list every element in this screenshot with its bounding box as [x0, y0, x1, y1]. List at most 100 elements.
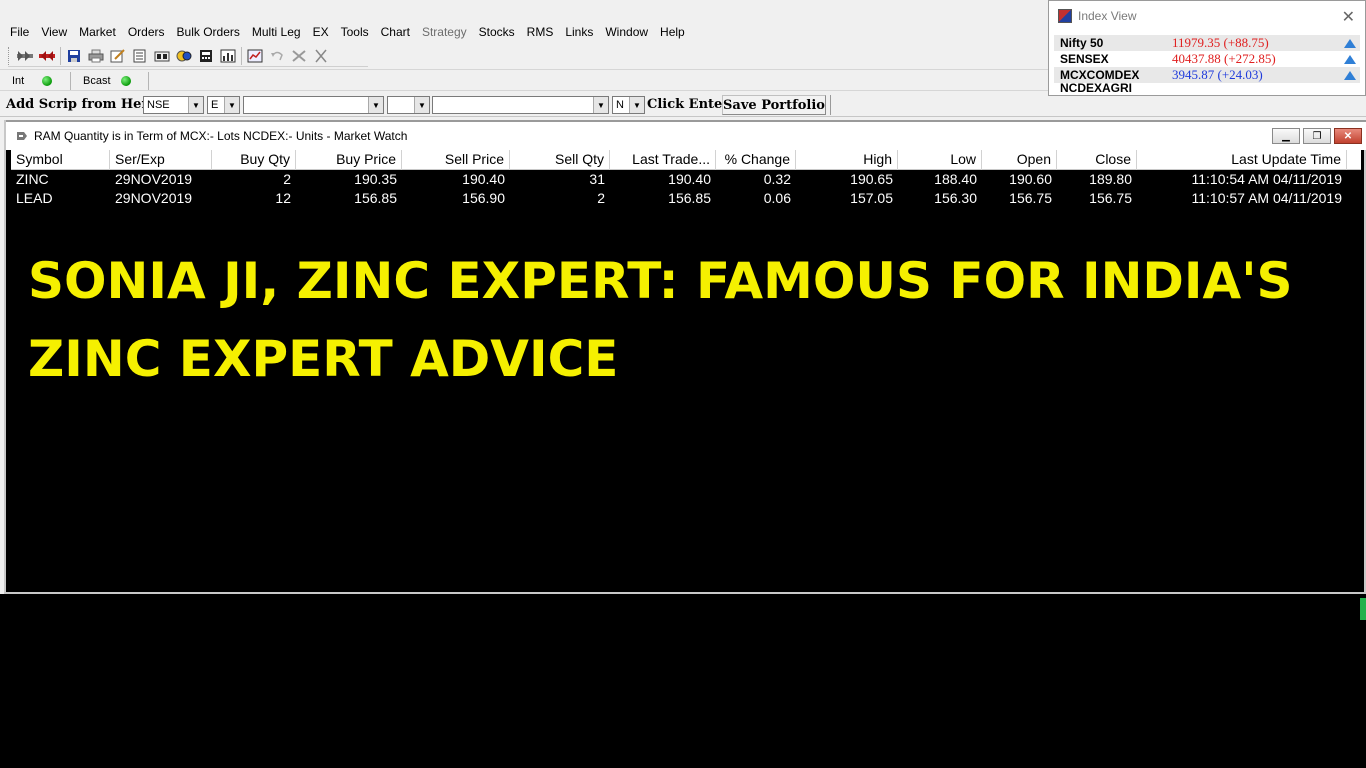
- menu-chart[interactable]: Chart: [375, 22, 416, 42]
- chevron-down-icon[interactable]: ▼: [368, 97, 383, 113]
- column-header-ser-exp[interactable]: Ser/Exp: [110, 150, 212, 170]
- close-icon[interactable]: ✕: [1342, 7, 1355, 27]
- cell-buy-qty: 2: [283, 171, 291, 187]
- index-row-ncdexagri[interactable]: NCDEXAGRI: [1054, 83, 1361, 93]
- menu-stocks[interactable]: Stocks: [473, 22, 521, 42]
- column-header-last-update-time[interactable]: Last Update Time: [1137, 150, 1347, 170]
- column-header-sell-qty[interactable]: Sell Qty: [510, 150, 610, 170]
- cell-pct-change: 0.06: [763, 190, 791, 206]
- cell-low: 188.40: [934, 171, 977, 187]
- column-header-pct-change[interactable]: % Change: [716, 150, 796, 170]
- cell-symbol: ZINC: [16, 171, 49, 187]
- cell-high: 157.05: [850, 190, 893, 206]
- grip-icon[interactable]: [8, 46, 12, 65]
- menu-links[interactable]: Links: [559, 22, 599, 42]
- cell-buy-price: 156.85: [354, 190, 397, 206]
- column-header-high[interactable]: High: [796, 150, 898, 170]
- save-icon[interactable]: [63, 46, 85, 66]
- status-divider: [148, 72, 149, 90]
- undo-icon[interactable]: [266, 46, 288, 66]
- exchange-select[interactable]: NSE ▼: [143, 96, 204, 114]
- grid-body: ZINC 29NOV2019 2 190.35 190.40 31 190.40…: [11, 170, 1361, 208]
- menu-rms[interactable]: RMS: [521, 22, 560, 42]
- menu-market[interactable]: Market: [73, 22, 122, 42]
- close-icon[interactable]: [310, 46, 332, 66]
- column-header-sell-price[interactable]: Sell Price: [402, 150, 510, 170]
- table-row[interactable]: LEAD 29NOV2019 12 156.85 156.90 2 156.85…: [11, 189, 1361, 208]
- scroll-indicator: [1360, 598, 1366, 620]
- column-header-symbol[interactable]: Symbol: [11, 150, 110, 170]
- menu-multi-leg[interactable]: Multi Leg: [246, 22, 307, 42]
- bcast-label: Bcast: [83, 75, 111, 87]
- index-view-table: Nifty 50 11979.35 (+88.75) SENSEX 40437.…: [1054, 35, 1361, 93]
- menu-strategy: Strategy: [421, 25, 467, 39]
- edit-icon[interactable]: [107, 46, 129, 66]
- column-header-close[interactable]: Close: [1057, 150, 1137, 170]
- bcast-led-icon: [120, 76, 131, 86]
- menu-tools[interactable]: Tools: [335, 22, 375, 42]
- chevron-down-icon[interactable]: ▼: [188, 97, 203, 113]
- save-portfolio-button[interactable]: Save Portfolio: [722, 95, 826, 115]
- menu-bulk-orders[interactable]: Bulk Orders: [171, 22, 246, 42]
- column-header-buy-price[interactable]: Buy Price: [296, 150, 402, 170]
- index-row-mcxcomdex[interactable]: MCXCOMDEX 3945.87 (+24.03): [1054, 67, 1361, 83]
- index-row-nifty[interactable]: Nifty 50 11979.35 (+88.75): [1054, 35, 1361, 51]
- portfolio-icon[interactable]: [217, 46, 239, 66]
- chevron-down-icon[interactable]: ▼: [224, 97, 239, 113]
- cell-buy-price: 190.35: [354, 171, 397, 187]
- series-select[interactable]: ▼: [387, 96, 430, 114]
- instrument-select[interactable]: ▼: [243, 96, 384, 114]
- option-type-select[interactable]: N ▼: [612, 96, 645, 114]
- cell-ser-exp: 29NOV2019: [115, 171, 193, 187]
- chevron-down-icon[interactable]: ▼: [593, 97, 608, 113]
- tools-icon[interactable]: [288, 46, 310, 66]
- column-header-buy-qty[interactable]: Buy Qty: [212, 150, 296, 170]
- menu-view[interactable]: View: [35, 22, 73, 42]
- cell-close: 156.75: [1089, 190, 1132, 206]
- index-value: 3945.87 (+24.03): [1168, 67, 1340, 83]
- symbol-select[interactable]: ▼: [432, 96, 609, 114]
- menu-bar: File View Market Orders Bulk Orders Mult…: [0, 22, 1050, 42]
- graph-icon[interactable]: [244, 46, 266, 66]
- column-header-last-trade[interactable]: Last Trade...: [610, 150, 716, 170]
- chevron-down-icon[interactable]: ▼: [414, 97, 429, 113]
- sell-icon[interactable]: [36, 46, 58, 66]
- close-icon[interactable]: ✕: [1334, 128, 1362, 144]
- cell-last-update-time: 11:10:57 AM 04/11/2019: [1191, 190, 1343, 206]
- add-scrip-label: Add Scrip from Here: [6, 97, 157, 112]
- alert-icon[interactable]: [173, 46, 195, 66]
- menu-ex[interactable]: EX: [307, 22, 335, 42]
- market-watch-title: RAM Quantity is in Term of MCX:- Lots NC…: [34, 129, 408, 143]
- index-row-sensex[interactable]: SENSEX 40437.88 (+272.85): [1054, 51, 1361, 67]
- market-watch-titlebar[interactable]: RAM Quantity is in Term of MCX:- Lots NC…: [6, 120, 1366, 150]
- column-header-low[interactable]: Low: [898, 150, 982, 170]
- segment-select[interactable]: E ▼: [207, 96, 240, 114]
- menu-orders[interactable]: Orders: [122, 22, 171, 42]
- grid-header: Symbol Ser/Exp Buy Qty Buy Price Sell Pr…: [11, 150, 1361, 170]
- index-view-title: Index View: [1078, 9, 1137, 23]
- cell-last-update-time: 11:10:54 AM 04/11/2019: [1191, 171, 1343, 187]
- report-icon[interactable]: [129, 46, 151, 66]
- index-view-panel: Index View ✕ Nifty 50 11979.35 (+88.75) …: [1048, 0, 1366, 96]
- column-header-open[interactable]: Open: [982, 150, 1057, 170]
- cell-sell-qty: 2: [597, 190, 605, 206]
- restore-icon[interactable]: ❐: [1303, 128, 1331, 144]
- print-icon[interactable]: [85, 46, 107, 66]
- minimize-icon[interactable]: ▁: [1272, 128, 1300, 144]
- buy-icon[interactable]: [14, 46, 36, 66]
- index-view-titlebar[interactable]: Index View: [1049, 1, 1365, 31]
- menu-file[interactable]: File: [4, 22, 35, 42]
- menu-help[interactable]: Help: [654, 22, 691, 42]
- cell-last-trade: 156.85: [668, 190, 711, 206]
- trend-up-icon: [1340, 67, 1360, 83]
- table-row[interactable]: ZINC 29NOV2019 2 190.35 190.40 31 190.40…: [11, 170, 1361, 189]
- quote-icon[interactable]: [151, 46, 173, 66]
- calc-icon[interactable]: [195, 46, 217, 66]
- menu-window[interactable]: Window: [599, 22, 654, 42]
- cell-last-trade: 190.40: [668, 171, 711, 187]
- exchange-value: NSE: [147, 99, 170, 111]
- chevron-down-icon[interactable]: ▼: [629, 97, 644, 113]
- cell-sell-price: 190.40: [462, 171, 505, 187]
- add-scrip-bar: Add Scrip from Here NSE ▼ E ▼ ▼ ▼ ▼ N ▼ …: [0, 93, 1366, 117]
- cell-sell-qty: 31: [589, 171, 605, 187]
